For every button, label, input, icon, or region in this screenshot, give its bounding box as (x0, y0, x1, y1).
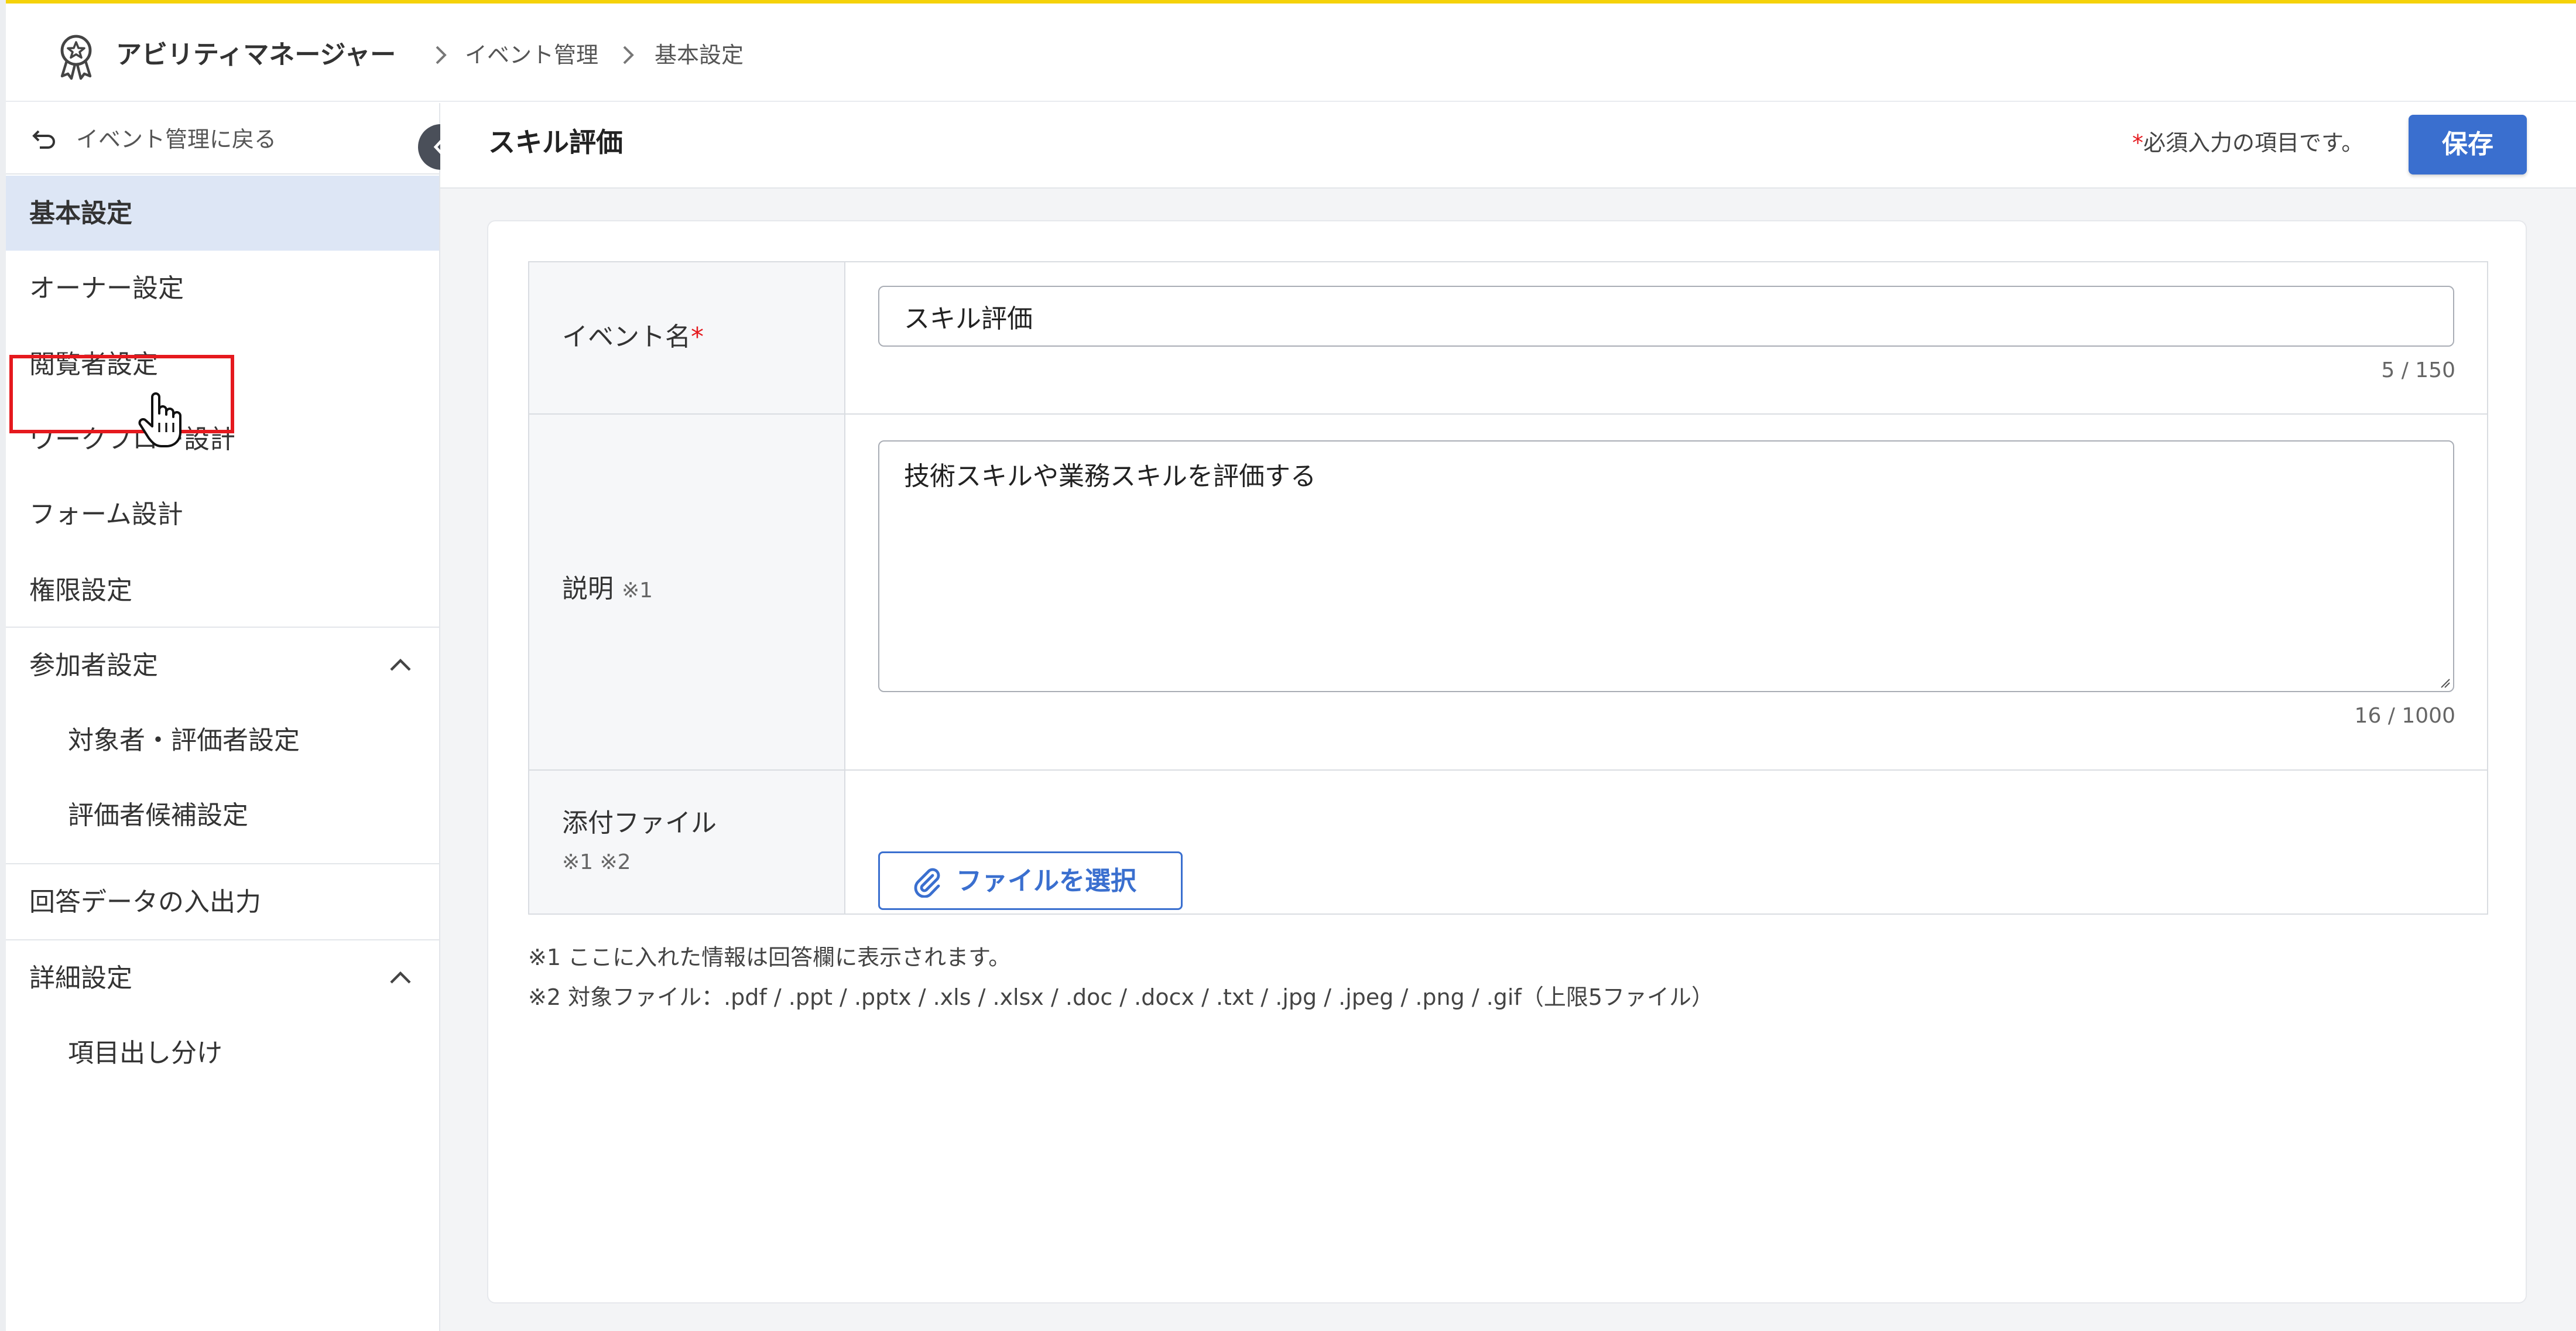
page-header: スキル評価 *必須入力の項目です。 保存 (440, 103, 2576, 189)
sidebar-item-label: オーナー設定 (29, 273, 184, 303)
description-note: ※1 (622, 579, 653, 603)
sidebar-group-label: 参加者設定 (29, 651, 158, 680)
sidebar-item-target-evaluator-settings[interactable]: 対象者・評価者設定 (6, 703, 439, 778)
sidebar-item-permission-settings[interactable]: 権限設定 (6, 553, 439, 628)
sidebar-item-evaluator-candidate-settings[interactable]: 評価者候補設定 (6, 778, 439, 853)
chevron-up-icon[interactable] (388, 653, 413, 677)
award-badge-icon (60, 35, 92, 80)
paperclip-icon (914, 868, 940, 898)
sidebar-item-label: フォーム設計 (29, 499, 183, 529)
hand-pointer-icon (138, 392, 181, 447)
required-note-text: 必須入力の項目です。 (2143, 130, 2364, 156)
sidebar-item-workflow-design[interactable]: ワークフロー設計 (6, 402, 439, 477)
chevron-right-icon (436, 46, 447, 64)
sidebar-item-label: 評価者候補設定 (68, 800, 248, 830)
sidebar-item-label: 閲覧者設定 (29, 350, 158, 379)
required-mark: * (2132, 130, 2143, 156)
app-window: アビリティマネージャー イベント管理 基本設定 イベント管理に戻る 基本設定 オ… (0, 0, 2576, 1331)
breadcrumb-basic-settings: 基本設定 (655, 42, 744, 68)
attachment-note: ※1 ※2 (562, 850, 631, 874)
window-edge (0, 0, 6, 1331)
description-label-text: 説明 (562, 574, 614, 604)
description-textarea[interactable]: 技術スキルや業務スキルを評価する (878, 440, 2454, 692)
sidebar: イベント管理に戻る 基本設定 オーナー設定 閲覧者設定 ワークフロー設計 フォー… (6, 103, 440, 1331)
description-label: 説明 ※1 (562, 572, 653, 608)
breadcrumb-event-management[interactable]: イベント管理 (465, 40, 598, 70)
main-content: スキル評価 *必須入力の項目です。 保存 イベント名* 5 / 150 説明 ※… (440, 103, 2576, 1331)
row-divider (529, 413, 2487, 415)
sidebar-item-label: ワークフロー設計 (29, 425, 235, 454)
sidebar-item-owner-settings[interactable]: オーナー設定 (6, 251, 439, 326)
event-name-label-text: イベント名 (562, 322, 691, 352)
sidebar-item-form-design[interactable]: フォーム設計 (6, 477, 439, 552)
sidebar-item-label: 権限設定 (29, 576, 132, 605)
required-mark: * (691, 322, 704, 352)
sidebar-group-label: 詳細設定 (29, 963, 132, 993)
app-name[interactable]: アビリティマネージャー (116, 37, 396, 73)
form-table: イベント名* 5 / 150 説明 ※1 技術スキルや業務スキルを評価する 16… (528, 261, 2488, 915)
footnote-1: ※1 ここに入れた情報は回答欄に表示されます。 (528, 945, 1011, 970)
chevron-up-icon[interactable] (388, 966, 413, 990)
choose-file-button[interactable]: ファイルを選択 (878, 851, 1183, 910)
sidebar-item-basic-settings[interactable]: 基本設定 (6, 176, 439, 251)
sidebar-item-label: 項目出し分け (68, 1038, 222, 1068)
row-divider (529, 769, 2487, 771)
back-label: イベント管理に戻る (76, 126, 277, 152)
sidebar-group-advanced-settings[interactable]: 詳細設定 (6, 940, 439, 1015)
back-to-event-management-link[interactable]: イベント管理に戻る (6, 103, 439, 174)
top-header: アビリティマネージャー イベント管理 基本設定 (0, 0, 2576, 102)
sidebar-item-label: 対象者・評価者設定 (68, 726, 300, 755)
undo-icon (32, 130, 55, 149)
footnote-2: ※2 対象ファイル：.pdf / .ppt / .pptx / .xls / .… (528, 984, 1714, 1010)
resize-grip-icon[interactable] (2439, 677, 2451, 689)
event-name-label: イベント名* (562, 320, 704, 355)
chevron-right-icon (623, 46, 634, 64)
sidebar-item-answer-data-io[interactable]: 回答データの入出力 (6, 864, 439, 939)
form-card: イベント名* 5 / 150 説明 ※1 技術スキルや業務スキルを評価する 16… (487, 220, 2527, 1303)
sidebar-group-participant-settings[interactable]: 参加者設定 (6, 628, 439, 703)
sidebar-item-label: 基本設定 (29, 199, 132, 228)
sidebar-item-item-branching[interactable]: 項目出し分け (6, 1015, 439, 1090)
event-name-counter: 5 / 150 (2381, 358, 2455, 382)
sidebar-item-label: 回答データの入出力 (29, 887, 261, 917)
attachment-label: 添付ファイル (562, 808, 717, 838)
description-counter: 16 / 1000 (2354, 704, 2455, 728)
save-button[interactable]: 保存 (2409, 115, 2527, 174)
page-title: スキル評価 (488, 126, 623, 158)
required-note: *必須入力の項目です。 (2132, 128, 2363, 158)
event-name-input[interactable] (878, 286, 2454, 347)
sidebar-item-viewer-settings[interactable]: 閲覧者設定 (6, 327, 439, 402)
choose-file-label: ファイルを選択 (956, 866, 1136, 896)
